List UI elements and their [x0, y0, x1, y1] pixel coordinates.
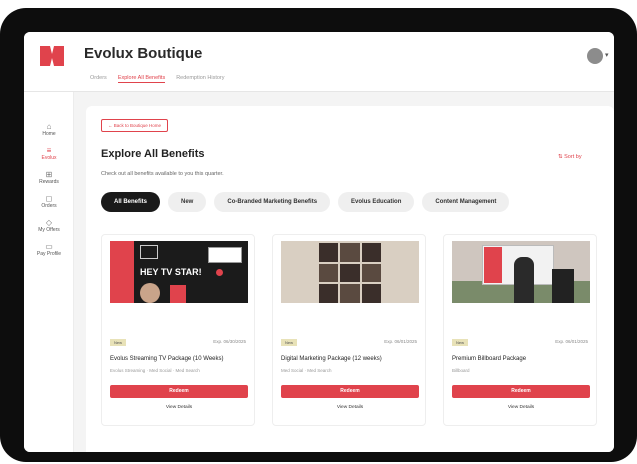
benefit-card[interactable]: New Exp. 06/01/2025 Premium Billboard Pa… [443, 234, 597, 426]
subtab-orders[interactable]: Orders [90, 75, 107, 83]
main-content: ← Back to Boutique Home Explore All Bene… [86, 106, 614, 452]
app-screen: Evolux Boutique Orders Explore All Benef… [24, 32, 614, 452]
gift-icon: ⊞ [45, 170, 53, 179]
sort-by-button[interactable]: ⇅ Sort by [558, 154, 582, 160]
new-badge: New [452, 339, 469, 346]
tag-icon: ◇ [45, 218, 53, 227]
sub-navigation: Orders Explore All Benefits Redemption H… [90, 75, 225, 83]
avatar[interactable] [587, 48, 603, 64]
sidebar: ⌂ Home ≡ Evolux ⊞ Rewards ◻ Orders ◇ My … [24, 92, 74, 452]
redeem-button[interactable]: Redeem [281, 385, 419, 398]
redeem-button[interactable]: Redeem [452, 385, 590, 398]
list-icon: ≡ [46, 146, 52, 155]
device-frame: Evolux Boutique Orders Explore All Benef… [0, 8, 637, 462]
expiry-date: Exp. 06/30/2025 [213, 339, 246, 344]
filter-chips: All Benefits New Co-Branded Marketing Be… [101, 192, 510, 212]
brand-logo[interactable] [40, 46, 64, 66]
card-image [281, 241, 419, 303]
filter-all-benefits[interactable]: All Benefits [101, 192, 161, 212]
card-tags: Billboard [452, 368, 470, 373]
subtab-explore-benefits[interactable]: Explore All Benefits [117, 75, 166, 83]
benefit-card[interactable]: HEY TV STAR! New Exp. 06/30/2025 Evolus … [101, 234, 255, 426]
subtab-redemption-history[interactable]: Redemption History [176, 75, 224, 83]
sidebar-item-label: Evolux [41, 155, 57, 161]
view-details-link[interactable]: View Details [110, 405, 248, 410]
sidebar-item-label: Rewards [39, 179, 59, 185]
sidebar-item-my-offers[interactable]: ◇ My Offers [24, 218, 74, 233]
card-image: HEY TV STAR! [110, 241, 248, 303]
sidebar-item-label: Home [42, 131, 56, 137]
sidebar-item-label: Orders [41, 203, 57, 209]
sidebar-item-label: Pay Profile [36, 251, 62, 257]
home-icon: ⌂ [46, 122, 52, 131]
card-tags: Evolus Streaming · Med Social · Med Sear… [110, 368, 200, 373]
sidebar-item-evolux[interactable]: ≡ Evolux [24, 146, 74, 161]
card-image-caption: HEY TV STAR! [140, 267, 202, 277]
filter-co-branded[interactable]: Co-Branded Marketing Benefits [214, 192, 331, 212]
back-to-home-button[interactable]: ← Back to Boutique Home [101, 119, 169, 132]
view-details-link[interactable]: View Details [452, 405, 590, 410]
card-title: Evolus Streaming TV Package (10 Weeks) [110, 356, 224, 362]
redeem-button[interactable]: Redeem [110, 385, 248, 398]
expiry-date: Exp. 06/01/2025 [384, 339, 417, 344]
sidebar-item-home[interactable]: ⌂ Home [24, 122, 74, 137]
bag-icon: ◻ [45, 194, 53, 203]
sidebar-item-pay-profile[interactable]: ▭ Pay Profile [24, 242, 74, 257]
card-title: Digital Marketing Package (12 weeks) [281, 356, 382, 362]
card-tags: Med Social · Med Search [281, 368, 332, 373]
page-title: Explore All Benefits [101, 148, 205, 160]
filter-new[interactable]: New [168, 192, 207, 212]
page-subtitle: Check out all benefits available to you … [101, 171, 224, 177]
sidebar-item-label: My Offers [38, 227, 60, 233]
top-bar: Evolux Boutique Orders Explore All Benef… [24, 32, 614, 92]
new-badge: New [110, 339, 127, 346]
card-icon: ▭ [45, 242, 53, 251]
benefit-card[interactable]: New Exp. 06/01/2025 Digital Marketing Pa… [272, 234, 426, 426]
sidebar-item-orders[interactable]: ◻ Orders [24, 194, 74, 209]
sidebar-item-rewards[interactable]: ⊞ Rewards [24, 170, 74, 185]
new-badge: New [281, 339, 298, 346]
filter-evolus-education[interactable]: Evolus Education [338, 192, 415, 212]
card-title: Premium Billboard Package [452, 356, 527, 362]
sort-label: Sort by [564, 154, 582, 160]
card-image [452, 241, 590, 303]
expiry-date: Exp. 06/01/2025 [555, 339, 588, 344]
filter-content-management[interactable]: Content Management [422, 192, 510, 212]
app-title: Evolux Boutique [84, 45, 203, 62]
chevron-down-icon[interactable]: ▾ [605, 51, 609, 59]
view-details-link[interactable]: View Details [281, 405, 419, 410]
